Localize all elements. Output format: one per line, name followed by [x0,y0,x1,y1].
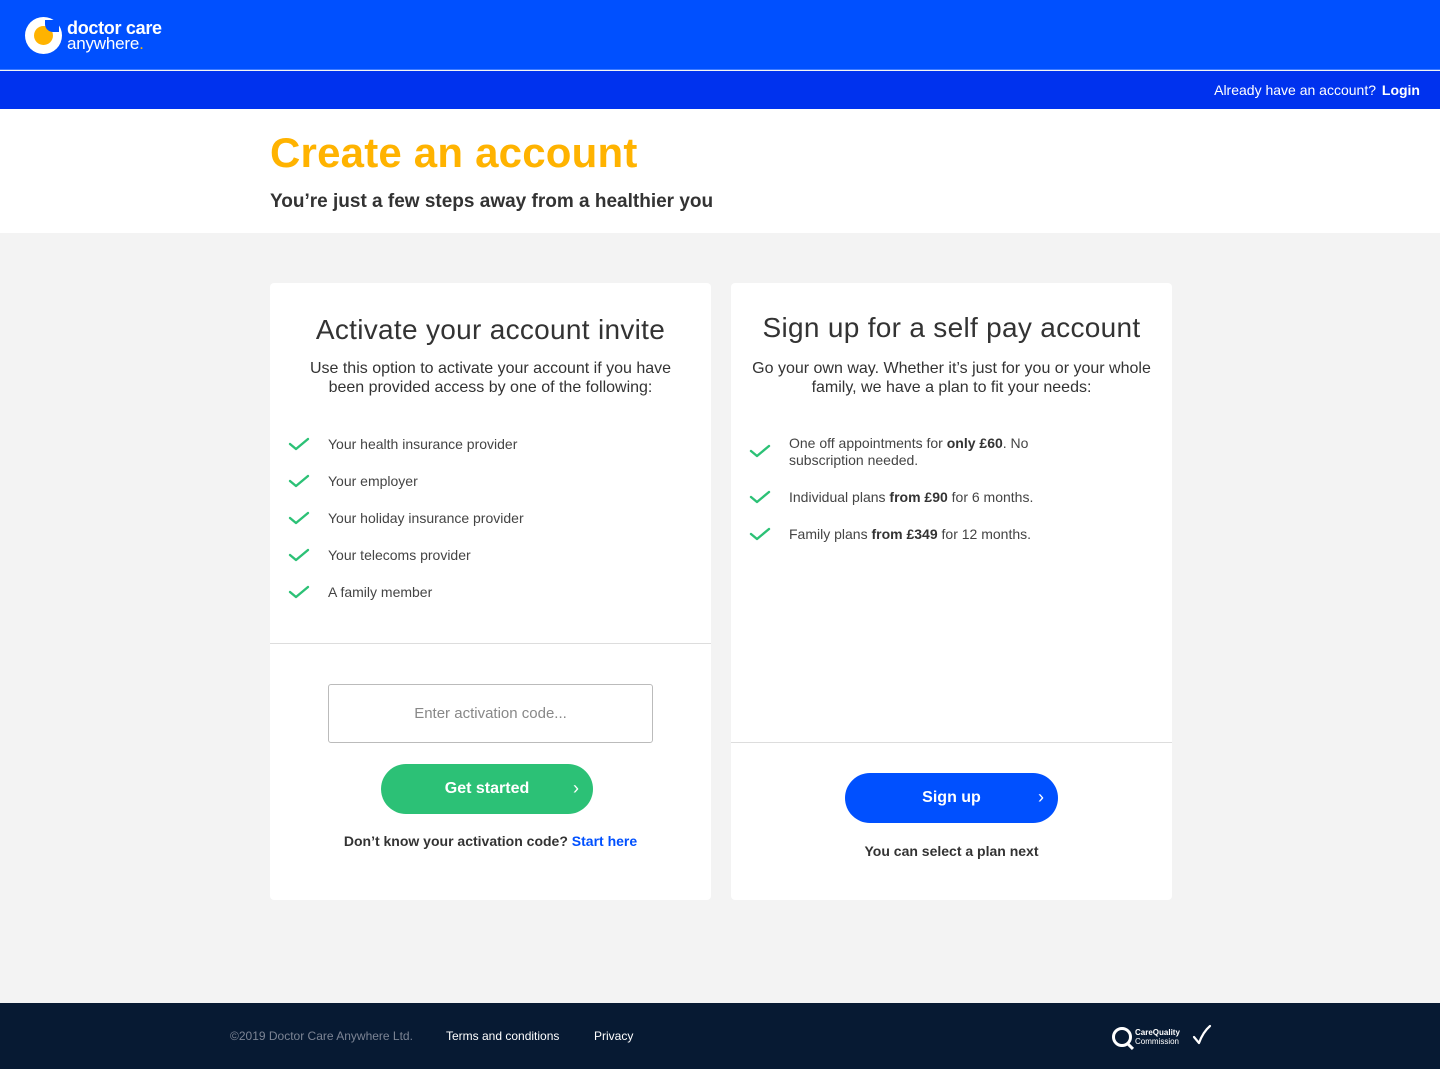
account-question-text: Already have an account? [1214,82,1376,98]
check-icon [749,444,771,458]
brand-name-line2-text: anywhere [67,33,140,53]
list-item-text: Family plans from £349 for 12 months. [789,526,1079,543]
check-icon [288,474,310,488]
divider [731,742,1172,743]
check-icon [749,490,771,504]
check-icon [288,548,310,562]
brand-dot: . [139,33,144,53]
cqc-name-line2: Commission [1135,1037,1180,1046]
list-item-text: Your holiday insurance provider [328,510,524,526]
check-icon [749,527,771,541]
select-plan-hint: You can select a plan next [864,843,1039,859]
page-footer: ©2019 Doctor Care Anywhere Ltd. Terms an… [0,1003,1440,1069]
page-subtitle: You’re just a few steps away from a heal… [270,191,714,212]
account-bar: Already have an account? Login [0,71,1440,109]
brand-name-line2: anywhere. [67,33,162,53]
brand-logo[interactable]: doctor care anywhere. [25,17,162,54]
get-started-button[interactable]: Get started › [381,764,593,814]
cqc-name-line1: CareQuality [1135,1028,1180,1037]
chevron-right-icon: › [1038,787,1044,807]
list-item-text: Individual plans from £90 for 6 months. [789,489,1079,506]
check-icon [288,511,310,525]
activate-invite-card: Activate your account invite Use this op… [270,283,711,900]
brand-logo-text: doctor care anywhere. [67,19,162,53]
plan-price: from £90 [889,489,948,505]
plan-text-post: for 6 months. [947,489,1034,505]
terms-link[interactable]: Terms and conditions [446,1029,559,1043]
check-icon [288,585,310,599]
page-header: Create an account You’re just a few step… [0,109,1440,233]
plan-text-pre: Family plans [789,526,872,542]
cqc-logo: CareQuality Commission [1112,1024,1212,1050]
copyright-text: ©2019 Doctor Care Anywhere Ltd. [230,1029,413,1043]
self-pay-card-title: Sign up for a self pay account [762,312,1141,343]
activation-code-hint: Don’t know your activation code? Start h… [270,833,711,849]
top-navigation-bar: doctor care anywhere. [0,0,1440,70]
check-icon [288,437,310,451]
get-started-label: Get started [444,780,530,797]
list-item-text: Your telecoms provider [328,547,471,563]
divider [270,643,711,644]
privacy-link[interactable]: Privacy [594,1029,633,1043]
self-pay-card: Sign up for a self pay account Go your o… [731,283,1172,900]
brand-logo-icon [25,17,62,54]
start-here-link[interactable]: Start here [572,833,637,849]
plan-text-pre: Individual plans [789,489,890,505]
activate-card-description: Use this option to activate your account… [309,360,672,396]
login-link[interactable]: Login [1382,82,1420,98]
plan-text-post: for 12 months. [937,526,1032,542]
plan-text-pre: One off appointments for [789,435,947,451]
sign-up-button[interactable]: Sign up › [845,773,1058,823]
list-item-text: Your employer [328,473,418,489]
list-item-text: One off appointments for only £60. No su… [789,435,1059,469]
activation-code-input[interactable] [328,684,653,743]
sign-up-label: Sign up [922,789,981,806]
plan-price: only £60 [946,435,1003,451]
activation-hint-text: Don’t know your activation code? [343,833,568,849]
cqc-tick-icon [1192,1024,1212,1051]
page-title: Create an account [270,129,638,176]
list-item-text: A family member [328,584,433,600]
cqc-name: CareQuality Commission [1135,1028,1180,1046]
list-item-text: Your health insurance provider [328,436,518,452]
activate-card-title: Activate your account invite [315,314,666,345]
cqc-q-icon [1112,1027,1132,1047]
chevron-right-icon: › [573,778,579,798]
plan-price: from £349 [871,526,938,542]
self-pay-card-description: Go your own way. Whether it’s just for y… [752,360,1151,396]
account-prompt: Already have an account? Login [1214,82,1420,98]
